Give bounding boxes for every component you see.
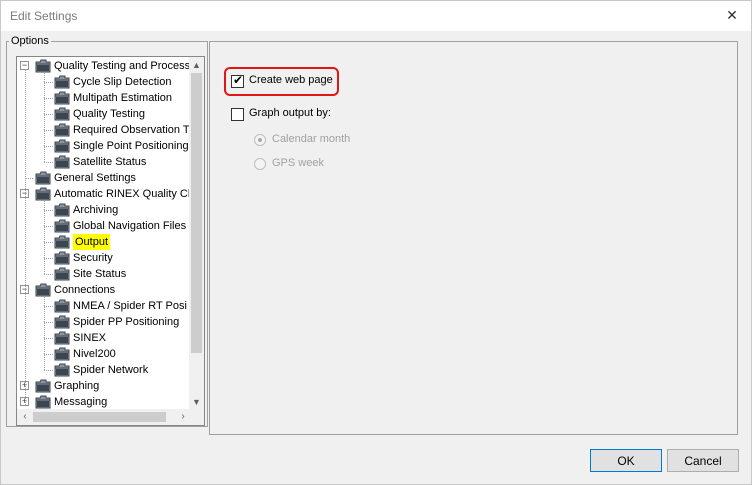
- scroll-down-icon[interactable]: ▼: [189, 394, 204, 410]
- tree-node-label[interactable]: Automatic RINEX Quality Ch: [54, 186, 191, 202]
- tree-node-label[interactable]: Spider PP Positioning: [73, 314, 179, 330]
- annotation-highlight-box: [224, 67, 339, 96]
- tree-node-label[interactable]: Messaging: [54, 394, 107, 410]
- calendar-month-label[interactable]: Calendar month: [272, 133, 350, 145]
- tree-connector: [44, 258, 53, 259]
- folder-icon: [54, 251, 70, 265]
- tree-child-connector: [44, 73, 45, 162]
- tree-node-label[interactable]: Multipath Estimation: [73, 90, 172, 106]
- settings-panel: [209, 41, 738, 435]
- folder-icon: [54, 107, 70, 121]
- tree-connector: [44, 354, 53, 355]
- tree-connector: [44, 210, 53, 211]
- tree-node[interactable]: General Settings: [17, 170, 191, 186]
- tree-vertical-scrollbar[interactable]: ▲ ▼: [189, 57, 204, 410]
- scroll-left-icon[interactable]: ‹: [17, 409, 33, 425]
- tree-connector: [44, 274, 53, 275]
- tree-node-label[interactable]: Satellite Status: [73, 154, 146, 170]
- tree-connector: [44, 370, 53, 371]
- tree-node-label[interactable]: Quality Testing: [73, 106, 145, 122]
- edit-settings-window: Edit Settings ✕ Options − Quality Testing…: [0, 0, 752, 485]
- radio-dot-icon: [258, 138, 262, 142]
- tree-node-label[interactable]: Output: [73, 234, 111, 250]
- tree-node-label[interactable]: Archiving: [73, 202, 118, 218]
- tree-connector: [44, 146, 53, 147]
- tree-node[interactable]: + Messaging: [17, 394, 191, 410]
- folder-icon: [54, 315, 70, 329]
- folder-icon: [54, 267, 70, 281]
- folder-icon: [35, 379, 51, 393]
- options-tree[interactable]: − Quality Testing and Process Cycle Slip D…: [16, 56, 205, 426]
- calendar-month-radio[interactable]: [254, 134, 266, 146]
- scroll-right-icon[interactable]: ›: [175, 409, 191, 425]
- tree-child-connector: [44, 201, 45, 274]
- tree-node-label[interactable]: Site Status: [73, 266, 126, 282]
- folder-icon: [54, 123, 70, 137]
- tree-node-label[interactable]: NMEA / Spider RT Posi: [73, 298, 187, 314]
- tree-root-connector: [25, 69, 26, 405]
- tree-connector: [44, 306, 53, 307]
- tree-node-label[interactable]: Global Navigation Files: [73, 218, 186, 234]
- tree-node-label[interactable]: Required Observation T: [73, 122, 190, 138]
- title-bar: Edit Settings ✕: [1, 1, 751, 31]
- tree-node[interactable]: + Graphing: [17, 378, 191, 394]
- window-title: Edit Settings: [10, 9, 78, 23]
- tree-node-label[interactable]: General Settings: [54, 170, 136, 186]
- scroll-up-icon[interactable]: ▲: [189, 57, 204, 73]
- folder-icon: [54, 331, 70, 345]
- folder-icon: [35, 59, 51, 73]
- tree-connector: [44, 226, 53, 227]
- folder-icon: [35, 171, 51, 185]
- cancel-button[interactable]: Cancel: [667, 449, 739, 472]
- folder-icon: [54, 235, 70, 249]
- tree-connector: [44, 322, 53, 323]
- folder-icon: [35, 283, 51, 297]
- tree-node-label[interactable]: Nivel200: [73, 346, 116, 362]
- tree-connector: [44, 130, 53, 131]
- tree-node[interactable]: − Quality Testing and Process: [17, 58, 191, 74]
- folder-icon: [54, 363, 70, 377]
- folder-icon: [54, 75, 70, 89]
- close-icon[interactable]: ✕: [725, 7, 739, 23]
- folder-icon: [54, 347, 70, 361]
- options-legend: Options: [9, 35, 51, 47]
- folder-icon: [35, 395, 51, 409]
- tree-connector: [44, 82, 53, 83]
- tree-child-connector: [44, 297, 45, 370]
- tree-node-label[interactable]: Quality Testing and Process: [54, 58, 190, 74]
- gps-week-radio[interactable]: [254, 158, 266, 170]
- tree-connector: [25, 178, 33, 179]
- folder-icon: [35, 187, 51, 201]
- ok-button[interactable]: OK: [590, 449, 662, 472]
- tree-connector: [44, 98, 53, 99]
- tree-node-label[interactable]: Connections: [54, 282, 115, 298]
- tree-node[interactable]: − Connections: [17, 282, 191, 298]
- tree-node-label[interactable]: SINEX: [73, 330, 106, 346]
- folder-icon: [54, 203, 70, 217]
- tree-node-label[interactable]: Security: [73, 250, 113, 266]
- tree-node-label[interactable]: Cycle Slip Detection: [73, 74, 171, 90]
- folder-icon: [54, 91, 70, 105]
- tree-node-label[interactable]: Spider Network: [73, 362, 148, 378]
- folder-icon: [54, 299, 70, 313]
- tree-connector: [44, 338, 53, 339]
- tree-connector: [44, 162, 53, 163]
- tree-nodes: − Quality Testing and Process Cycle Slip D…: [17, 57, 191, 410]
- folder-icon: [54, 155, 70, 169]
- graph-output-checkbox[interactable]: [231, 108, 244, 121]
- folder-icon: [54, 219, 70, 233]
- gps-week-label[interactable]: GPS week: [272, 157, 324, 169]
- graph-output-label[interactable]: Graph output by:: [249, 107, 331, 119]
- vertical-scroll-thumb[interactable]: [191, 73, 202, 353]
- tree-connector: [44, 242, 53, 243]
- tree-connector: [44, 114, 53, 115]
- horizontal-scroll-thumb[interactable]: [33, 412, 166, 422]
- folder-icon: [54, 139, 70, 153]
- tree-node-label[interactable]: Graphing: [54, 378, 99, 394]
- tree-horizontal-scrollbar[interactable]: ‹ ›: [17, 409, 204, 425]
- tree-node[interactable]: − Automatic RINEX Quality Ch: [17, 186, 191, 202]
- tree-node-label[interactable]: Single Point Positioning: [73, 138, 189, 154]
